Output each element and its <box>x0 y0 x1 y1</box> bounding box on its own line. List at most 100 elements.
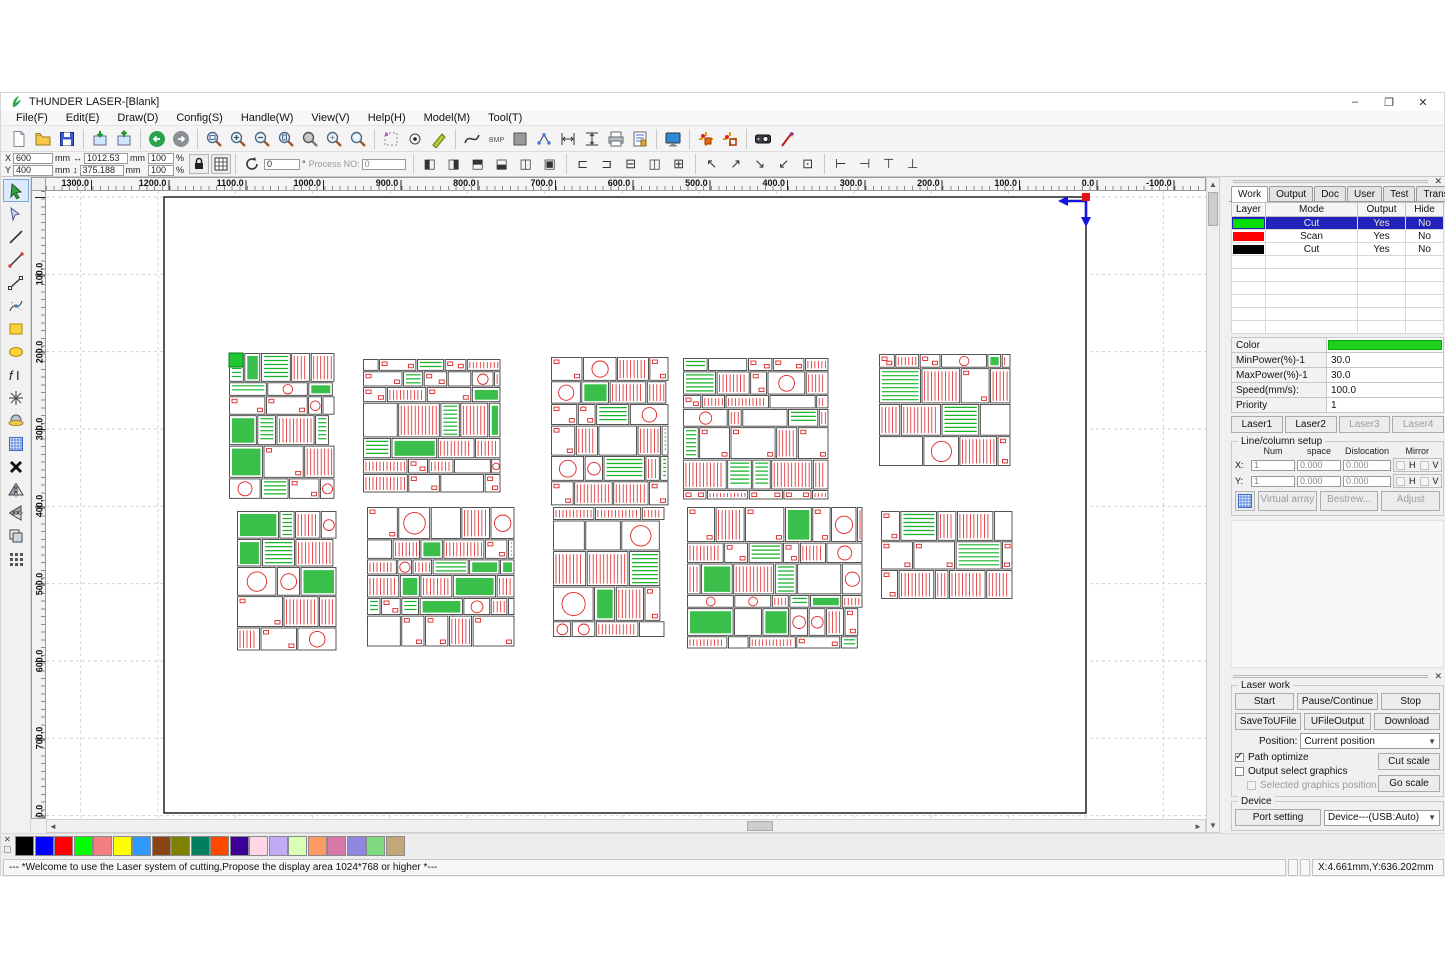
palette-color-swatch[interactable] <box>35 836 54 856</box>
document-preview-icon[interactable] <box>628 128 652 150</box>
tab-user[interactable]: User <box>1347 186 1382 201</box>
device-dropdown[interactable]: Device---(USB:Auto) ▼ <box>1324 810 1440 826</box>
scroll-up-icon[interactable]: ▲ <box>1207 178 1219 190</box>
height-field[interactable]: 375.188 <box>80 165 124 176</box>
scroll-down-icon[interactable]: ▼ <box>1207 819 1219 831</box>
layer-color-swatch[interactable] <box>1233 245 1264 254</box>
ellipse-tool-icon[interactable] <box>3 340 29 363</box>
x-position-field[interactable]: 600 <box>13 153 53 164</box>
edit-pen-icon[interactable] <box>427 128 451 150</box>
path-optimize-checkbox[interactable] <box>1235 753 1244 762</box>
capture-tool-icon[interactable] <box>3 409 29 432</box>
save-file-icon[interactable] <box>55 128 79 150</box>
marquee-select-icon[interactable] <box>379 128 403 150</box>
array-num-field[interactable]: 1 <box>1251 460 1295 471</box>
palette-color-swatch[interactable] <box>327 836 346 856</box>
output-select-graphics-checkbox[interactable] <box>1235 767 1244 776</box>
design-canvas[interactable] <box>46 191 1206 819</box>
dock-right-icon[interactable]: ⊣ <box>853 153 877 175</box>
array-space-field[interactable]: 0.000 <box>1297 460 1341 471</box>
palette-color-swatch[interactable] <box>171 836 190 856</box>
palette-close-icon[interactable]: ✕ <box>4 835 11 844</box>
go-scale-button[interactable]: Go scale <box>1378 775 1440 792</box>
dock-grip-handle[interactable] <box>1233 180 1428 183</box>
array-space-field[interactable]: 0.000 <box>1297 476 1341 487</box>
palette-color-swatch[interactable] <box>15 836 34 856</box>
palette-color-swatch[interactable] <box>347 836 366 856</box>
align-top-icon[interactable]: ⬒ <box>466 153 490 175</box>
mirror-v-checkbox[interactable] <box>1420 461 1429 470</box>
tab-test[interactable]: Test <box>1383 186 1415 201</box>
array-num-field[interactable]: 1 <box>1251 476 1295 487</box>
palette-color-swatch[interactable] <box>269 836 288 856</box>
open-file-icon[interactable] <box>31 128 55 150</box>
property-value[interactable]: 30.0 <box>1327 368 1444 383</box>
dock-top-icon[interactable]: ⊤ <box>877 153 901 175</box>
align-bottom-icon[interactable]: ⬓ <box>490 153 514 175</box>
zoom-selection-icon[interactable] <box>322 128 346 150</box>
palette-color-swatch[interactable] <box>249 836 268 856</box>
node-display-icon[interactable] <box>403 128 427 150</box>
menu-help[interactable]: Help(H) <box>359 112 415 124</box>
delete-tool-icon[interactable] <box>3 455 29 478</box>
palette-color-swatch[interactable] <box>54 836 73 856</box>
mirror-vertical-tool-icon[interactable] <box>3 501 29 524</box>
node-edit-tool-icon[interactable] <box>3 202 29 225</box>
equal-horizontal-space-icon[interactable]: ◫ <box>643 153 667 175</box>
mirror-horizontal-tool-icon[interactable] <box>3 478 29 501</box>
property-value[interactable]: 100.0 <box>1327 383 1444 398</box>
array-dislocation-field[interactable]: 0.000 <box>1343 476 1391 487</box>
dock-close-icon-2[interactable]: ✕ <box>1434 671 1442 682</box>
same-height-icon[interactable]: ⊐ <box>595 153 619 175</box>
node-tool-icon[interactable] <box>532 128 556 150</box>
export-file-icon[interactable] <box>112 128 136 150</box>
palette-color-swatch[interactable] <box>93 836 112 856</box>
download-button[interactable]: Download <box>1374 713 1440 730</box>
process-no-field[interactable]: 0 <box>362 159 406 170</box>
menu-handle[interactable]: Handle(W) <box>232 112 303 124</box>
redo-icon[interactable] <box>169 128 193 150</box>
mirror-h-checkbox[interactable] <box>1396 477 1405 486</box>
align-center-vertical-icon[interactable]: ▣ <box>538 153 562 175</box>
palette-color-swatch[interactable] <box>74 836 93 856</box>
curve-tool-icon[interactable] <box>460 128 484 150</box>
menu-model[interactable]: Model(M) <box>415 112 479 124</box>
start-button[interactable]: Start <box>1235 693 1294 710</box>
laser-mark-position-icon[interactable] <box>694 128 718 150</box>
property-value[interactable]: 1 <box>1327 398 1444 413</box>
scroll-left-icon[interactable]: ◄ <box>47 820 59 832</box>
palette-color-swatch[interactable] <box>210 836 229 856</box>
pattern-tool-icon[interactable] <box>3 547 29 570</box>
scroll-right-icon[interactable]: ► <box>1192 820 1204 832</box>
segment-tool-icon[interactable] <box>3 271 29 294</box>
rotate-icon[interactable] <box>240 153 264 175</box>
menu-edit[interactable]: Edit(E) <box>57 112 109 124</box>
scale-x-field[interactable]: 100 <box>148 153 174 164</box>
bezier-tool-icon[interactable] <box>3 294 29 317</box>
align-left-icon[interactable]: ◧ <box>418 153 442 175</box>
rectangle-tool-icon[interactable] <box>3 317 29 340</box>
mirror-v-checkbox[interactable] <box>1420 477 1429 486</box>
maximize-button[interactable]: ❐ <box>1372 93 1406 111</box>
mirror-h-checkbox[interactable] <box>1396 461 1405 470</box>
pause-continue-button[interactable]: Pause/Continue <box>1297 693 1378 710</box>
laser1-button[interactable]: Laser1 <box>1231 416 1283 433</box>
projector-control-icon[interactable] <box>751 128 775 150</box>
y-position-field[interactable]: 400 <box>13 165 53 176</box>
tab-work[interactable]: Work <box>1231 186 1268 202</box>
palette-color-swatch[interactable] <box>230 836 249 856</box>
menu-view[interactable]: View(V) <box>302 112 358 124</box>
port-setting-button[interactable]: Port setting <box>1235 809 1321 826</box>
cut-scale-button[interactable]: Cut scale <box>1378 753 1440 770</box>
bmp-tool-icon[interactable]: BMP <box>484 128 508 150</box>
minimize-button[interactable]: – <box>1338 93 1372 111</box>
dock-grip-handle-2[interactable] <box>1233 675 1428 678</box>
layer-row[interactable]: CutYesNo <box>1232 217 1444 230</box>
layer-row[interactable]: CutYesNo <box>1232 243 1444 256</box>
layer-color-swatch[interactable] <box>1233 219 1264 228</box>
lock-ratio-button[interactable] <box>189 154 209 174</box>
zoom-in-icon[interactable] <box>226 128 250 150</box>
menu-file[interactable]: File(F) <box>7 112 57 124</box>
palette-color-swatch[interactable] <box>308 836 327 856</box>
ufileoutput-button[interactable]: UFileOutput <box>1304 713 1370 730</box>
